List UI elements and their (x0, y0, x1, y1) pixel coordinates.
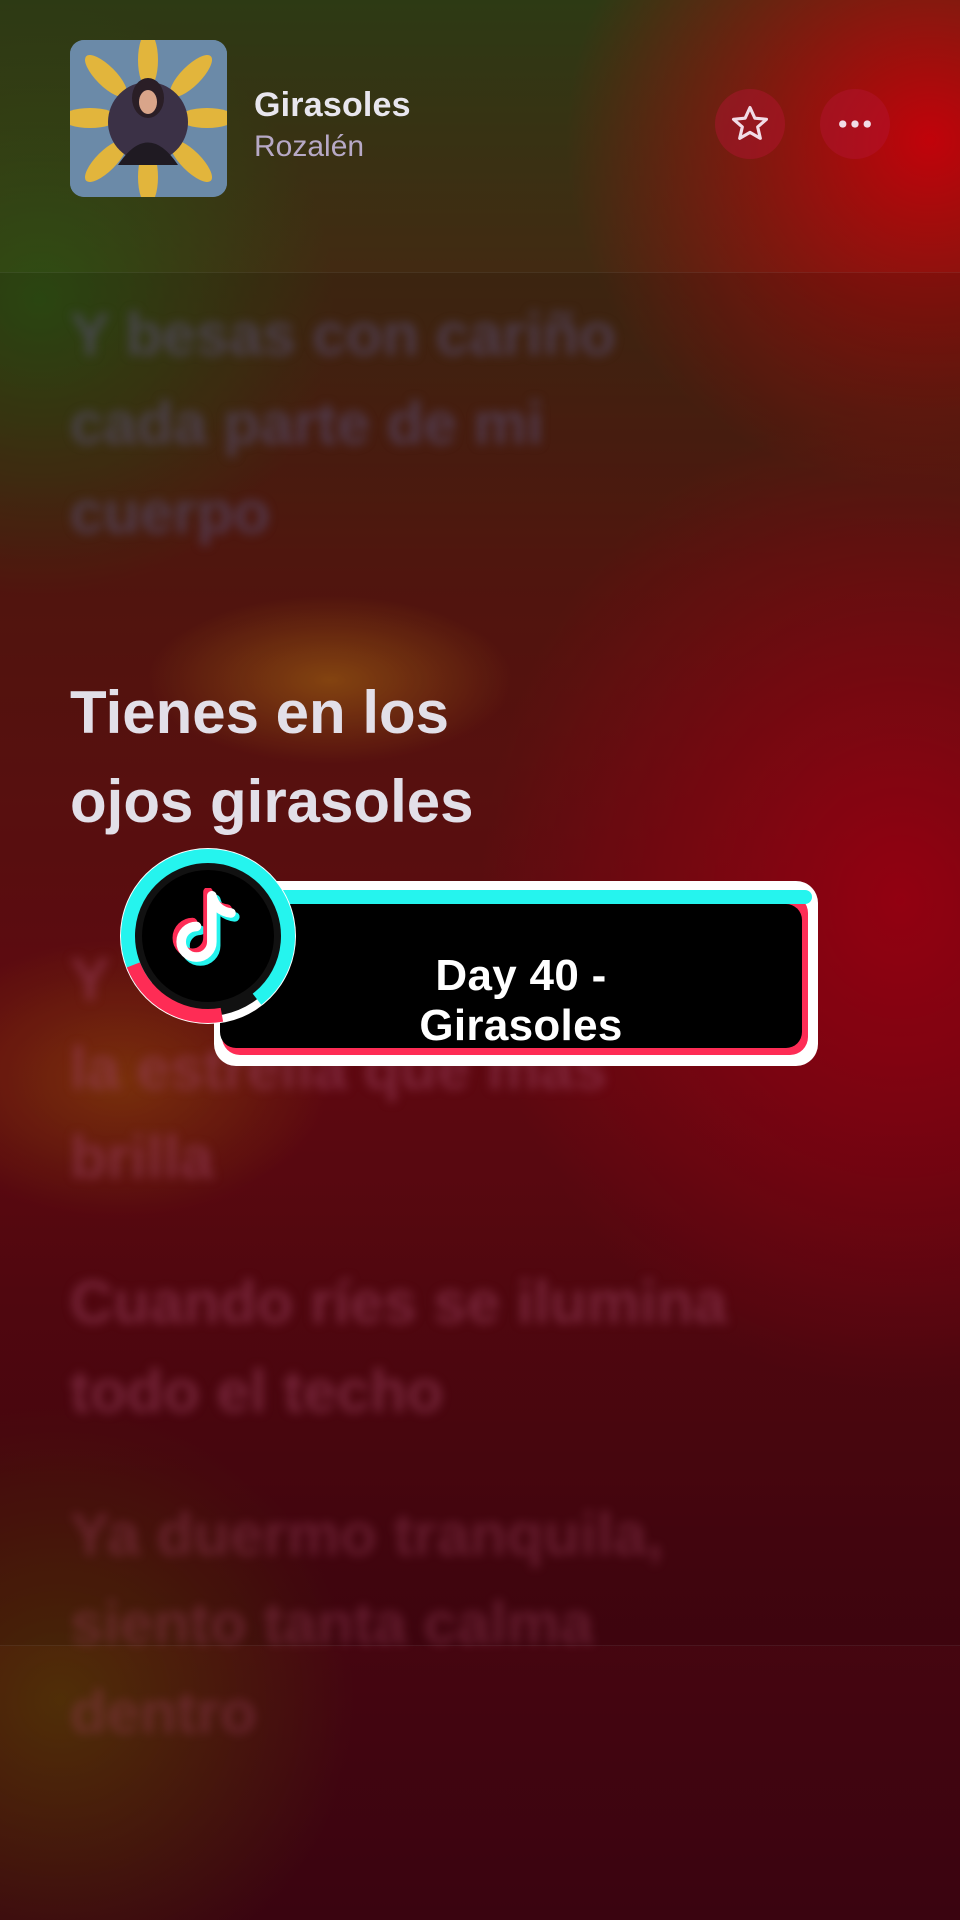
lyric-line-next-3[interactable]: Ya duermo tranquila, siento tanta calma … (70, 1490, 850, 1757)
badge-label: Day 40 - Girasoles (419, 951, 623, 1050)
lyric-text: Tienes en los (70, 679, 450, 746)
lyric-text: Cuando ríes se ilumina (70, 1269, 727, 1336)
album-art[interactable] (70, 40, 227, 197)
lyric-line-previous[interactable]: Y besas con cariño cada parte de mi cuer… (70, 290, 850, 557)
lyric-text: Ya duermo tranquila, (70, 1501, 664, 1568)
song-title[interactable]: Girasoles (254, 86, 411, 125)
now-playing-header: Girasoles Rozalén (0, 0, 960, 272)
more-icon (839, 120, 871, 128)
day-badge: Day 40 - Girasoles (118, 843, 843, 1083)
artist-name[interactable]: Rozalén (254, 130, 364, 164)
lyric-text: dentro (70, 1679, 257, 1746)
lyric-text: cada parte de mi (70, 390, 544, 457)
lyric-line-next-2[interactable]: Cuando ríes se ilumina todo el techo (70, 1258, 850, 1436)
tiktok-icon (172, 888, 240, 966)
lyric-text: brilla (70, 1124, 214, 1191)
favorite-button[interactable] (715, 89, 785, 159)
lyric-text: todo el techo (70, 1358, 444, 1425)
lyric-line-current[interactable]: Tienes en los ojos girasoles (70, 668, 850, 846)
star-icon (731, 105, 769, 140)
more-button[interactable] (820, 89, 890, 159)
lyric-text: ojos girasoles (70, 768, 474, 835)
lyric-text: siento tanta calma (70, 1590, 594, 1657)
lyric-text: cuerpo (70, 479, 271, 546)
lyric-text: Y besas con cariño (70, 301, 616, 368)
